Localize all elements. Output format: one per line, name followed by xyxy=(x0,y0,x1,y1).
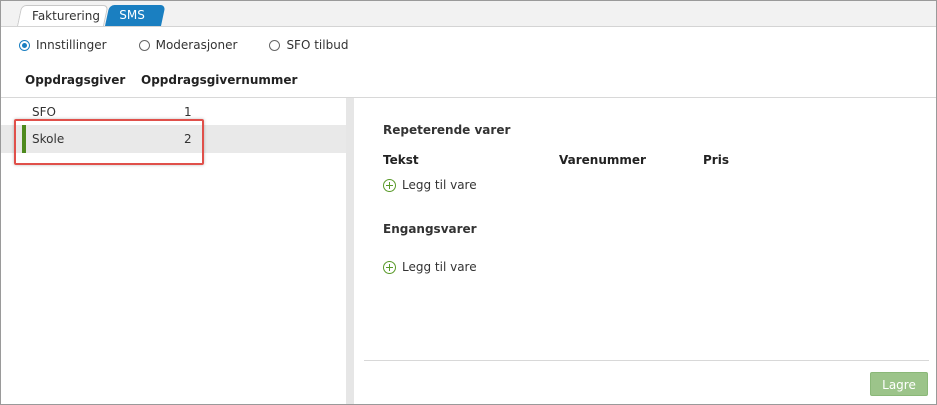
tab-sms[interactable]: SMS xyxy=(105,5,166,26)
tab-label: SMS xyxy=(119,8,145,22)
save-button[interactable]: Lagre xyxy=(870,372,928,396)
radio-selected-icon[interactable] xyxy=(19,39,30,51)
column-header-varenummer: Varenummer xyxy=(559,153,646,167)
radio-unselected-icon[interactable] xyxy=(269,39,281,51)
annotation-highlight-box xyxy=(14,119,204,165)
add-recurring-item-button[interactable]: Legg til vare xyxy=(383,178,477,192)
column-header-oppdragsgivernummer: Oppdragsgivernummer xyxy=(141,73,298,87)
column-header-tekst: Tekst xyxy=(383,153,419,167)
tab-fakturering[interactable]: Fakturering xyxy=(17,5,109,26)
radio-unselected-icon[interactable] xyxy=(138,39,150,51)
radio-innstillinger[interactable]: Innstillinger xyxy=(19,38,107,52)
radio-label: Moderasjoner xyxy=(155,38,238,52)
radio-label: SFO tilbud xyxy=(286,38,349,52)
detail-pane: Repeterende varer Tekst Varenummer Pris … xyxy=(354,98,936,404)
radio-label: Innstillinger xyxy=(36,38,107,52)
onetime-items-title: Engangsvarer xyxy=(383,222,477,236)
recurring-items-title: Repeterende varer xyxy=(383,123,511,137)
footer-divider xyxy=(364,360,929,361)
app-frame: Fakturering SMS Innstillinger Moderasjon… xyxy=(0,0,937,405)
add-item-label: Legg til vare xyxy=(402,178,477,192)
add-item-label: Legg til vare xyxy=(402,260,477,274)
add-onetime-item-button[interactable]: Legg til vare xyxy=(383,260,477,274)
column-header-oppdragsgiver: Oppdragsgiver xyxy=(25,73,126,87)
pane-splitter[interactable] xyxy=(346,98,354,404)
column-header-pris: Pris xyxy=(703,153,729,167)
plus-circle-icon xyxy=(383,178,396,192)
plus-circle-icon xyxy=(383,260,396,274)
radio-moderasjoner[interactable]: Moderasjoner xyxy=(138,38,238,52)
view-radio-group: Innstillinger Moderasjoner SFO tilbud xyxy=(19,38,380,52)
tab-bar: Fakturering SMS xyxy=(1,1,936,27)
tab-label: Fakturering xyxy=(32,9,100,23)
radio-sfo-tilbud[interactable]: SFO tilbud xyxy=(269,38,348,52)
